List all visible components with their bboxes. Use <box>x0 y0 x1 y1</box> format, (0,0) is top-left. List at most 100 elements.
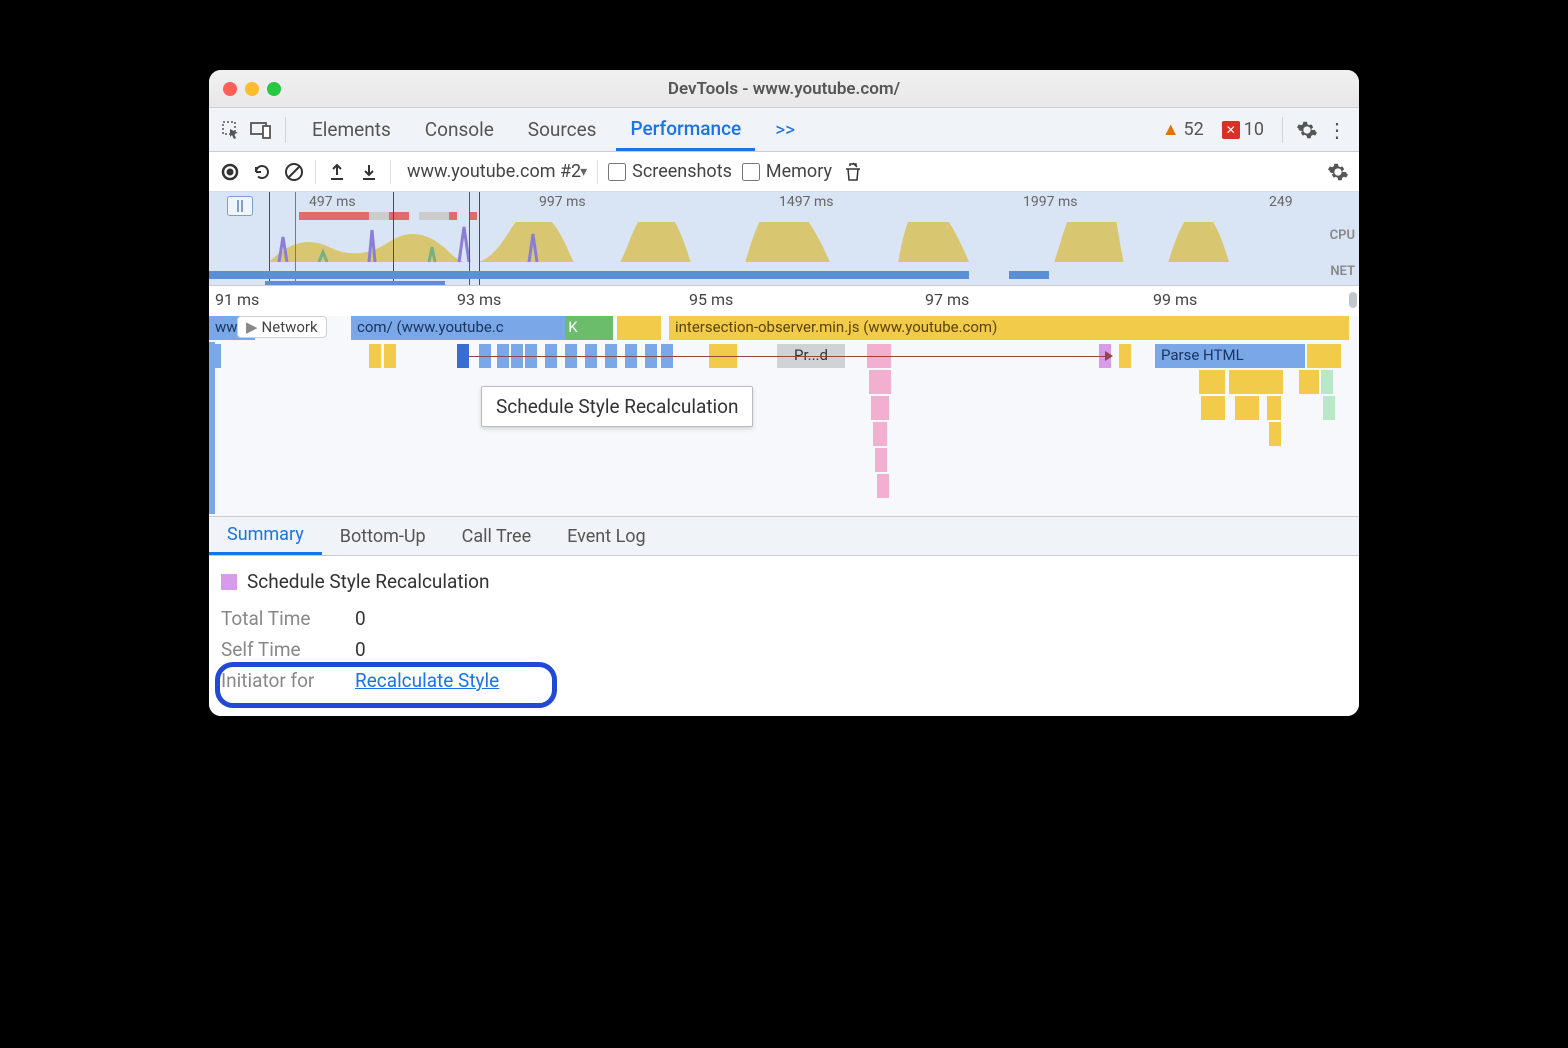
warnings-badge[interactable]: ▲ 52 <box>1162 119 1204 140</box>
close-window-button[interactable] <box>223 82 237 96</box>
flame-block[interactable] <box>1269 422 1281 446</box>
tab-sources[interactable]: Sources <box>514 108 611 151</box>
reload-button[interactable] <box>251 161 273 183</box>
garbage-collect-icon[interactable] <box>842 161 864 183</box>
flame-block[interactable]: com/ (www.youtube.c <box>351 316 565 340</box>
devtools-window: DevTools - www.youtube.com/ Elements Con… <box>209 70 1359 716</box>
flame-block[interactable] <box>1119 344 1131 368</box>
memory-checkbox[interactable]: Memory <box>742 161 832 182</box>
errors-badge[interactable]: ✕ 10 <box>1222 119 1264 140</box>
tab-bottom-up[interactable]: Bottom-Up <box>322 517 444 555</box>
flame-block[interactable] <box>649 316 661 340</box>
upload-icon[interactable] <box>326 161 348 183</box>
tab-console[interactable]: Console <box>411 108 508 151</box>
tab-more[interactable]: >> <box>761 108 809 151</box>
event-color-swatch <box>221 574 237 590</box>
flame-block[interactable] <box>1321 370 1333 394</box>
kv-initiator: Initiator for Recalculate Style <box>221 665 1347 696</box>
flame-block[interactable]: intersection-observer.min.js (www.youtub… <box>669 316 1349 340</box>
flame-chart[interactable]: ww ▶ Network com/ (www.youtube.c K inter… <box>209 316 1359 516</box>
settings-gear-icon[interactable] <box>1295 118 1319 142</box>
separator <box>1282 117 1283 143</box>
titlebar: DevTools - www.youtube.com/ <box>209 70 1359 108</box>
ruler-tick: 95 ms <box>689 290 733 309</box>
tab-performance[interactable]: Performance <box>616 108 755 151</box>
flame-block[interactable] <box>1253 370 1265 394</box>
memory-checkbox-input[interactable] <box>742 163 760 181</box>
warning-icon: ▲ <box>1162 119 1180 140</box>
flame-block[interactable] <box>869 370 891 394</box>
record-button[interactable] <box>219 161 241 183</box>
inspect-icon[interactable] <box>219 118 243 142</box>
flame-block[interactable]: K <box>565 316 581 340</box>
scrollbar-thumb[interactable] <box>1349 292 1357 308</box>
event-title-row: Schedule Style Recalculation <box>221 570 1347 593</box>
screenshots-checkbox-input[interactable] <box>608 163 626 181</box>
overview-tick: 997 ms <box>539 194 586 210</box>
flame-block[interactable] <box>871 396 889 420</box>
flame-block[interactable] <box>873 422 887 446</box>
flame-block[interactable] <box>875 448 887 472</box>
flame-block[interactable] <box>1323 396 1335 420</box>
cpu-label: CPU <box>1330 228 1355 243</box>
device-toolbar-icon[interactable] <box>249 118 273 142</box>
self-time-label: Self Time <box>221 638 331 661</box>
net-label: NET <box>1330 264 1355 279</box>
flame-block[interactable] <box>1299 370 1319 394</box>
tab-event-log[interactable]: Event Log <box>549 517 664 555</box>
screenshots-checkbox[interactable]: Screenshots <box>608 161 732 182</box>
warnings-count: 52 <box>1184 119 1204 140</box>
flame-block[interactable] <box>1229 370 1241 394</box>
flame-block[interactable] <box>384 344 396 368</box>
initiator-link[interactable]: Recalculate Style <box>355 669 499 692</box>
flame-block[interactable] <box>369 344 381 368</box>
minimize-window-button[interactable] <box>245 82 259 96</box>
total-time-value: 0 <box>355 607 366 630</box>
target-select[interactable]: www.youtube.com #2 <box>401 161 587 182</box>
flame-block[interactable] <box>1267 396 1281 420</box>
download-icon[interactable] <box>358 161 380 183</box>
overview-tick: 1997 ms <box>1023 194 1077 210</box>
flame-block[interactable] <box>1241 370 1253 394</box>
kv-total-time: Total Time 0 <box>221 603 1347 634</box>
flame-gutter <box>209 342 215 514</box>
flame-block[interactable] <box>1199 370 1225 394</box>
flame-block[interactable] <box>1213 396 1225 420</box>
flame-block[interactable] <box>877 474 889 498</box>
kv-self-time: Self Time 0 <box>221 634 1347 665</box>
network-label: Network <box>262 318 318 336</box>
flame-block[interactable] <box>601 316 613 340</box>
overview-range-handle[interactable] <box>227 196 253 216</box>
window-title: DevTools - www.youtube.com/ <box>668 79 900 99</box>
flame-block[interactable] <box>1247 396 1259 420</box>
flame-ruler[interactable]: 91 ms 93 ms 95 ms 97 ms 99 ms <box>209 286 1359 316</box>
flame-block[interactable] <box>1265 370 1283 394</box>
ruler-tick: 99 ms <box>1153 290 1197 309</box>
overview-tick: 249 <box>1269 194 1293 210</box>
errors-count: 10 <box>1244 119 1264 140</box>
maximize-window-button[interactable] <box>267 82 281 96</box>
window-controls <box>223 82 281 96</box>
clear-button[interactable] <box>283 161 305 183</box>
tab-elements[interactable]: Elements <box>298 108 405 151</box>
more-menu-icon[interactable]: ⋮ <box>1325 118 1349 142</box>
overview-timeline[interactable]: 497 ms 997 ms 1497 ms 1997 ms 249 CPU NE… <box>209 192 1359 286</box>
flame-block[interactable]: Parse HTML <box>1155 344 1305 368</box>
overview-tick: 1497 ms <box>779 194 833 210</box>
ruler-tick: 91 ms <box>215 290 259 309</box>
capture-settings-gear-icon[interactable] <box>1327 161 1349 183</box>
flame-block[interactable] <box>1235 396 1247 420</box>
flame-block[interactable] <box>1201 396 1213 420</box>
flame-block[interactable] <box>457 344 469 368</box>
cpu-activity-chart <box>269 222 1319 262</box>
chevron-right-icon: ▶ <box>246 318 258 336</box>
tab-summary[interactable]: Summary <box>209 517 322 555</box>
network-group-toggle[interactable]: ▶ Network <box>237 316 327 338</box>
separator <box>285 117 286 143</box>
flame-block[interactable] <box>1307 344 1341 368</box>
tab-call-tree[interactable]: Call Tree <box>444 517 549 555</box>
performance-toolbar: www.youtube.com #2 Screenshots Memory <box>209 152 1359 192</box>
initiator-label: Initiator for <box>221 669 331 692</box>
flame-block[interactable] <box>627 316 639 340</box>
summary-panel: Schedule Style Recalculation Total Time … <box>209 556 1359 716</box>
